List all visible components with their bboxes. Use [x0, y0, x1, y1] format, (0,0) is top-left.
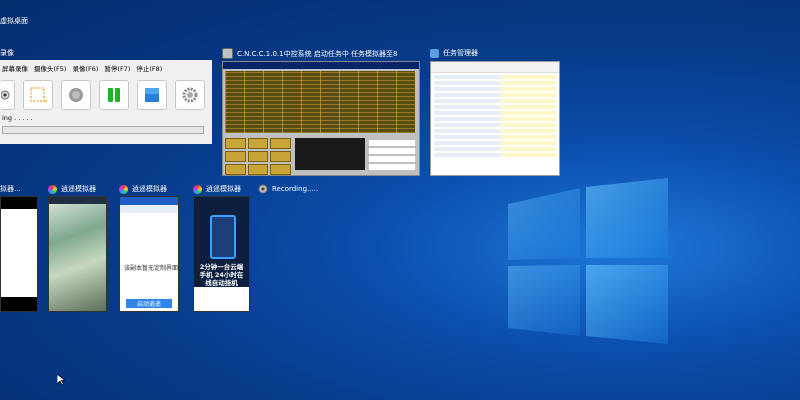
cnc-log-panel — [295, 138, 365, 170]
taskmgr-row — [434, 129, 556, 133]
cnc-titlebar — [223, 62, 419, 69]
mouse-cursor-icon — [57, 374, 65, 386]
recording-status-text: ing . . . . . — [2, 114, 33, 122]
recorder-thumb-title[interactable]: 录像 — [0, 48, 14, 58]
emulator-2-topbar — [49, 197, 106, 204]
task-manager-thumbnail[interactable] — [430, 61, 560, 176]
emulator-4-thumbnail[interactable]: 2分钟一台云端手机 24小时在线自动挂机 — [193, 196, 250, 312]
emulator-1-thumbnail[interactable] — [0, 196, 38, 312]
cnc-thumb-title[interactable]: C.N.C.C.1.0.1中控系统 启动任务中 任务模拟器至8 — [222, 48, 398, 59]
xiaoyao-emulator-icon — [193, 184, 202, 194]
cloud-phone-image — [210, 215, 236, 259]
settings-gear-icon[interactable] — [175, 80, 205, 110]
menu-camera[interactable]: 摄像头(F5) — [34, 63, 66, 73]
record-icon[interactable] — [61, 80, 91, 110]
emulator-2-title-text: 逍遥模拟器 — [61, 185, 96, 193]
emulator-1-screen — [1, 209, 37, 297]
taskmgr-row — [434, 105, 556, 109]
xiaoyao-emulator-icon — [119, 184, 128, 194]
taskmgr-row — [434, 99, 556, 103]
cnc-app-icon — [222, 48, 233, 59]
cnc-button-panel — [225, 138, 291, 175]
cnc-button[interactable] — [225, 138, 246, 149]
emulator-3-title-text: 逍遥模拟器 — [132, 185, 167, 193]
emulator-2-thumbnail[interactable] — [48, 196, 107, 312]
emulator-4-title-text: 逍遥模拟器 — [206, 185, 241, 193]
cloud-phone-ad-text: 2分钟一台云端手机 24小时在线自动挂机 — [199, 263, 244, 287]
taskmgr-row — [434, 93, 556, 97]
recorder-title-text: 录像 — [0, 49, 14, 57]
start-xiaoyao-button[interactable]: 启动逍遥 — [126, 299, 172, 308]
menu-stop[interactable]: 停止(F8) — [136, 63, 162, 73]
emulator-3-tabs — [120, 205, 178, 213]
taskmgr-row — [434, 87, 556, 91]
cnc-button[interactable] — [225, 151, 246, 162]
taskmgr-row — [434, 135, 556, 139]
recording-thumb-title[interactable]: Recording..... — [258, 184, 318, 194]
webcam-icon[interactable] — [0, 80, 15, 110]
menu-pause[interactable]: 暂停(F7) — [104, 63, 130, 73]
stop-icon[interactable] — [137, 80, 167, 110]
recording-title-text: Recording..... — [272, 185, 319, 193]
cnc-button[interactable] — [225, 164, 246, 175]
taskmgr-row — [434, 75, 556, 79]
taskmgr-title-text: 任务管理器 — [443, 49, 478, 57]
task-manager-icon — [430, 48, 439, 58]
cnc-button[interactable] — [247, 138, 269, 149]
taskmgr-row — [434, 117, 556, 121]
recorder-window-thumbnail[interactable]: 屏幕录像 摄像头(F5) 录像(F6) 暂停(F7) 停止(F8) ing . … — [0, 60, 212, 144]
empty-state-text: 该副本暂无定制界面 — [124, 265, 179, 272]
cnc-settings-panel — [369, 138, 415, 170]
taskmgr-thumb-title[interactable]: 任务管理器 — [430, 48, 478, 58]
cnc-window-thumbnail[interactable] — [222, 61, 420, 176]
taskmgr-row — [434, 123, 556, 127]
pause-icon[interactable] — [99, 80, 129, 110]
emulator-3-thumbnail[interactable]: 该副本暂无定制界面 启动逍遥 — [119, 196, 179, 312]
emulator-4-bottom-panel — [194, 287, 249, 311]
cnc-button[interactable] — [247, 151, 269, 162]
cnc-button[interactable] — [247, 164, 269, 175]
windows-logo — [508, 178, 668, 344]
xiaoyao-emulator-icon — [48, 184, 57, 194]
cnc-data-grid — [225, 71, 415, 133]
emulator-1-title-text: 拟器... — [0, 185, 21, 193]
taskmgr-row — [434, 81, 556, 85]
emulator-3-thumb-title[interactable]: 逍遥模拟器 — [119, 184, 167, 194]
emulator-3-topbar — [120, 197, 178, 205]
taskmgr-row — [434, 111, 556, 115]
taskmgr-row — [434, 141, 556, 145]
region-select-icon[interactable] — [23, 80, 53, 110]
emulator-2-thumb-title[interactable]: 逍遥模拟器 — [48, 184, 96, 194]
taskmgr-header — [431, 62, 559, 73]
recorder-toolbar — [0, 80, 205, 110]
recorder-menu: 屏幕录像 摄像头(F5) 录像(F6) 暂停(F7) 停止(F8) — [0, 60, 212, 76]
cnc-button[interactable] — [270, 164, 291, 175]
emulator-1-thumb-title[interactable]: 拟器... — [0, 184, 21, 194]
cnc-button[interactable] — [270, 138, 291, 149]
recording-progress-bar — [2, 126, 204, 134]
menu-screen-record[interactable]: 屏幕录像 — [2, 63, 28, 73]
taskmgr-row — [434, 147, 556, 151]
cnc-button[interactable] — [270, 151, 291, 162]
virtual-desktop-label[interactable]: 虚拟桌面 — [0, 16, 28, 26]
recording-app-icon — [258, 184, 268, 194]
taskmgr-row — [434, 153, 556, 157]
emulator-4-thumb-title[interactable]: 逍遥模拟器 — [193, 184, 241, 194]
cnc-title-text: C.N.C.C.1.0.1中控系统 启动任务中 任务模拟器至8 — [237, 49, 398, 58]
menu-record[interactable]: 录像(F6) — [72, 63, 98, 73]
